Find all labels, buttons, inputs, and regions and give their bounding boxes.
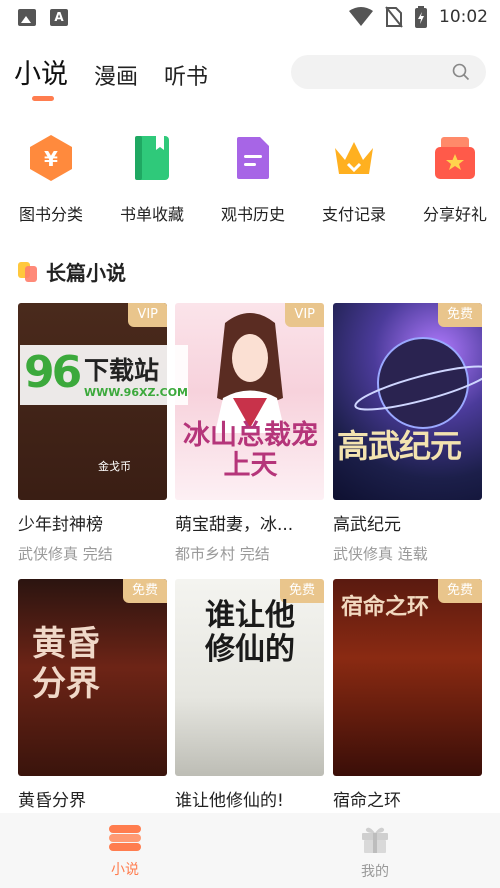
document-icon	[228, 133, 278, 183]
top-tabs: 小说 漫画 听书	[14, 52, 208, 101]
book-card[interactable]: VIP 金戈币 少年封神榜 武侠修真 完结	[18, 303, 167, 564]
book-cover: VIP 冰山总裁宠上天	[175, 303, 324, 500]
cover-title: 黄昏分界	[32, 624, 100, 704]
notification-icons: A	[18, 9, 68, 26]
bottom-nav: 小说 我的	[0, 813, 500, 888]
book-meta: 武侠修真 连载	[333, 545, 428, 563]
tab-audiobook[interactable]: 听书	[164, 59, 208, 91]
category-payment[interactable]: 支付记录	[315, 133, 393, 225]
tab-comic[interactable]: 漫画	[94, 59, 138, 91]
vip-badge: VIP	[285, 303, 324, 327]
book-card[interactable]: 免费 高武纪元 高武纪元 武侠修真 连载	[333, 303, 482, 564]
book-card[interactable]: VIP 冰山总裁宠上天 萌宝甜妻，冰... 都市乡村 完结	[175, 303, 324, 564]
app-notification-icon: A	[50, 9, 68, 26]
category-label: 观书历史	[220, 205, 285, 224]
battery-icon	[415, 6, 427, 28]
search-icon	[452, 63, 470, 81]
category-label: 支付记录	[321, 205, 386, 224]
system-icons: 10:02	[349, 6, 488, 28]
watermark-logo: 96 下载站 WWW.96XZ.COM	[20, 345, 188, 405]
cover-title: 金戈币	[98, 460, 131, 473]
book-card[interactable]: 免费 黄昏分界 黄昏分界	[18, 579, 167, 811]
book-title: 黄昏分界	[18, 791, 86, 811]
nav-label: 我的	[361, 864, 389, 880]
nav-label: 小说	[111, 862, 139, 878]
book-cover: 免费 宿命之环	[333, 579, 482, 776]
cover-title: 高武纪元	[337, 427, 462, 465]
section-header: 长篇小说	[18, 257, 126, 286]
cover-illustration	[354, 337, 482, 429]
gift-star-icon	[430, 133, 480, 183]
book-title: 高武纪元	[333, 515, 401, 535]
cover-title: 谁让他修仙的	[205, 598, 295, 667]
nav-novel[interactable]: 小说	[0, 813, 250, 888]
category-label: 分享好礼	[422, 205, 487, 224]
book-card[interactable]: 免费 宿命之环 宿命之环	[333, 579, 482, 811]
book-title: 谁让他修仙的!	[175, 791, 284, 811]
svg-text:¥: ¥	[44, 147, 58, 171]
search-bar[interactable]	[291, 55, 486, 89]
wifi-icon	[349, 7, 373, 26]
books-stack-icon	[109, 825, 141, 851]
category-row: ¥ 图书分类 书单收藏 观书历史 支付记录 分享好礼	[0, 133, 500, 225]
book-icon	[127, 133, 177, 183]
cover-title: 冰山总裁宠上天	[183, 420, 318, 481]
vip-badge: VIP	[128, 303, 167, 327]
category-share-gift[interactable]: 分享好礼	[416, 133, 494, 225]
gift-icon	[362, 827, 388, 853]
cover-title: 宿命之环	[341, 594, 430, 620]
book-title: 萌宝甜妻，冰...	[175, 515, 294, 535]
tab-novel[interactable]: 小说	[14, 52, 68, 101]
book-cover: 免费 高武纪元	[333, 303, 482, 500]
book-cover: 免费 谁让他修仙的	[175, 579, 324, 776]
nav-mine[interactable]: 我的	[250, 813, 500, 888]
crown-icon	[329, 133, 379, 183]
watermark-number: 96	[24, 347, 82, 398]
watermark-url: WWW.96XZ.COM	[84, 386, 188, 399]
free-badge: 免费	[437, 303, 482, 327]
category-label: 书单收藏	[119, 205, 184, 224]
watermark-site-name: 下载站	[84, 356, 160, 385]
book-meta: 都市乡村 完结	[175, 545, 270, 563]
book-meta: 武侠修真 完结	[18, 545, 113, 563]
category-booklist[interactable]: 书单收藏	[113, 133, 191, 225]
book-card[interactable]: 免费 谁让他修仙的 谁让他修仙的!	[175, 579, 324, 811]
category-label: 图书分类	[18, 205, 83, 224]
section-title: 长篇小说	[46, 261, 126, 285]
section-mark-icon	[18, 261, 38, 282]
free-badge: 免费	[122, 579, 167, 603]
image-notification-icon	[18, 9, 36, 26]
hexagon-yen-icon: ¥	[26, 133, 76, 183]
book-cover: 免费 黄昏分界	[18, 579, 167, 776]
category-history[interactable]: 观书历史	[214, 133, 292, 225]
book-title: 宿命之环	[333, 791, 401, 811]
free-badge: 免费	[437, 579, 482, 603]
book-title: 少年封神榜	[18, 515, 103, 535]
no-sim-icon	[385, 6, 403, 28]
status-bar: A 10:02	[0, 0, 500, 36]
category-book-classification[interactable]: ¥ 图书分类	[12, 133, 90, 225]
clock: 10:02	[439, 7, 488, 27]
